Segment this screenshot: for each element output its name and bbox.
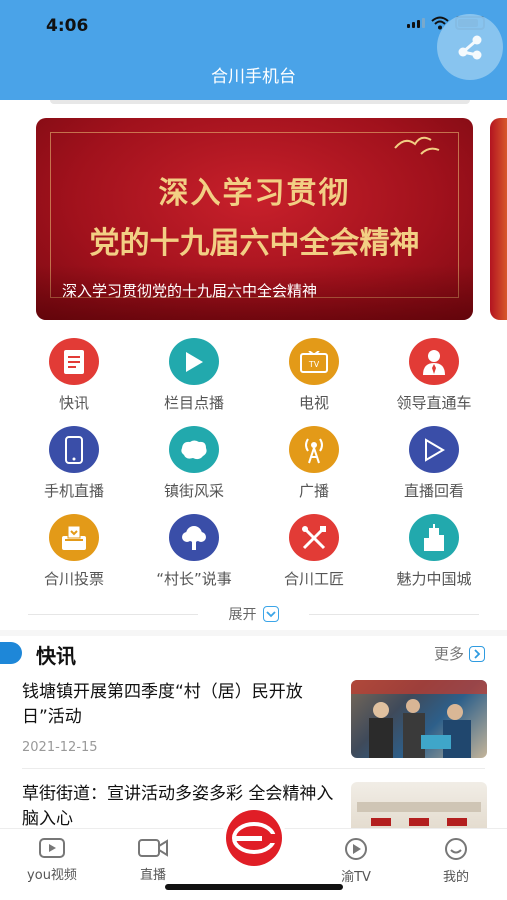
more-label: 更多: [433, 645, 464, 663]
tools-icon: [289, 514, 339, 561]
news-title: 草街街道：宣讲活动多姿多彩 全会精神入脑入心: [22, 784, 334, 829]
grid-item-village-chief[interactable]: “村长”说事: [134, 514, 254, 589]
grid-item-programs[interactable]: 栏目点播: [134, 338, 254, 413]
tab-label: 渝TV: [341, 870, 371, 885]
grid-label: 栏目点播: [163, 394, 224, 412]
chevron-down-icon: [262, 606, 279, 622]
tab-live[interactable]: 直播: [113, 837, 193, 883]
play-icon: [169, 338, 219, 385]
dove-icon: [394, 136, 440, 155]
grid-item-towns[interactable]: 镇街风采: [134, 426, 254, 501]
grid-label: 广播: [298, 482, 329, 500]
grid-item-leader[interactable]: 领导直通车: [374, 338, 494, 413]
section-divider: [0, 630, 507, 636]
grid-label: 直播回看: [403, 482, 464, 500]
station-logo-icon: [226, 810, 282, 866]
share-icon: [458, 35, 482, 60]
banner-caption: 深入学习贯彻党的十九届六中全会精神: [62, 282, 318, 300]
news-date: 2021-12-15: [22, 740, 98, 755]
tab-label: 我的: [442, 870, 469, 885]
share-button[interactable]: [437, 14, 503, 80]
grid-label: 镇街风采: [163, 482, 224, 500]
status-time: 4:06: [46, 16, 89, 36]
tab-yu-tv[interactable]: 渝TV: [316, 837, 396, 885]
more-link[interactable]: 更多: [434, 643, 485, 664]
home-indicator: [165, 884, 343, 890]
grid-label: 快讯: [58, 394, 89, 412]
video-icon: [39, 838, 65, 858]
news-title: 钱塘镇开展第四季度“村（居）民开放日”活动: [22, 682, 303, 727]
banner-headline-1: 深入学习贯彻: [158, 176, 351, 211]
app-header: 4:06 合川手机台: [0, 0, 507, 100]
grid-item-charm-city[interactable]: 魅力中国城: [374, 514, 494, 589]
replay-icon: [409, 426, 459, 473]
building-icon: [409, 514, 459, 561]
grid-item-radio[interactable]: 广播: [254, 426, 374, 501]
map-icon: [169, 426, 219, 473]
tree-icon: [169, 514, 219, 561]
tv-icon: TV: [289, 338, 339, 385]
grid-label: 合川投票: [43, 570, 104, 588]
banner-slide[interactable]: 深入学习贯彻 党的十九届六中全会精神 深入学习贯彻党的十九届六中全会精神: [36, 118, 473, 320]
chevron-right-icon: [469, 645, 485, 662]
grid-item-news[interactable]: 快讯: [14, 338, 134, 413]
svg-text:TV: TV: [308, 360, 320, 369]
document-icon: [49, 338, 99, 385]
tab-you-video[interactable]: you视频: [12, 837, 92, 883]
grid-label: 领导直通车: [396, 394, 472, 412]
camera-icon: [138, 839, 168, 857]
signal-icon: [407, 18, 425, 28]
center-home-button[interactable]: [222, 806, 286, 870]
banner-next-peek[interactable]: [490, 118, 507, 320]
news-section-header: 快讯 更多: [0, 640, 507, 668]
grid-item-mobile-live[interactable]: 手机直播: [14, 426, 134, 501]
tab-label: 直播: [139, 868, 166, 883]
news-thumbnail: [351, 680, 487, 758]
grid-item-replay[interactable]: 直播回看: [374, 426, 494, 501]
page-title: 合川手机台: [211, 67, 296, 87]
tab-label: you视频: [27, 868, 77, 883]
expand-label: 展开: [228, 607, 257, 623]
person-icon: [409, 338, 459, 385]
grid-item-craftsman[interactable]: 合川工匠: [254, 514, 374, 589]
grid-label: “村长”说事: [156, 570, 232, 588]
antenna-icon: [289, 426, 339, 473]
grid-label: 电视: [298, 394, 329, 412]
ballot-icon: [49, 514, 99, 561]
tv-play-icon: [345, 838, 367, 860]
grid-label: 魅力中国城: [396, 570, 472, 588]
grid-label: 手机直播: [43, 482, 104, 500]
function-grid: 快讯 栏目点播 TV 电视 领导直通车 手机直播 镇街风采 广播 直播回看 合川…: [14, 338, 494, 589]
grid-item-tv[interactable]: TV 电视: [254, 338, 374, 413]
grid-item-vote[interactable]: 合川投票: [14, 514, 134, 589]
expand-toggle[interactable]: 展开: [0, 604, 507, 624]
banner-headline-2: 党的十九届六中全会精神: [89, 226, 420, 261]
grid-label: 合川工匠: [283, 570, 344, 588]
news-divider: [22, 768, 485, 769]
banner-peek: [50, 100, 470, 104]
section-marker: [0, 642, 22, 664]
news-item[interactable]: 钱塘镇开展第四季度“村（居）民开放日”活动 2021-12-15: [22, 680, 487, 762]
phone-icon: [49, 426, 99, 473]
smile-icon: [445, 838, 467, 860]
tab-mine[interactable]: 我的: [416, 837, 496, 885]
section-title: 快讯: [36, 644, 76, 668]
